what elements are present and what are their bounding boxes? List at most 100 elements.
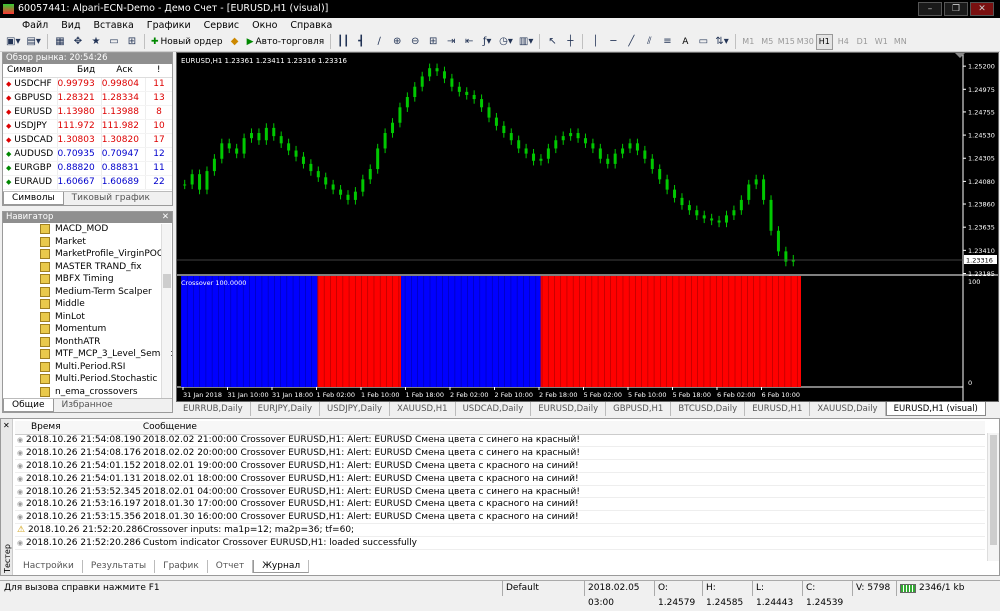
tester-tab[interactable]: Настройки: [15, 560, 83, 573]
journal-scrollbar[interactable]: [987, 433, 999, 561]
chart-window[interactable]: EURUSD,H1 1.23361 1.23411 1.23316 1.2331…: [176, 52, 999, 402]
metaeditor-icon[interactable]: ◆: [227, 34, 243, 50]
chart-tab[interactable]: USDJPY,Daily: [320, 402, 391, 416]
journal-row[interactable]: ◉ 2018.10.26 21:53:16.197 2018.01.30 17:0…: [15, 497, 985, 512]
tf-h4[interactable]: H4: [835, 34, 852, 50]
navigator-item[interactable]: MonthATR: [3, 336, 172, 349]
terminal-icon[interactable]: ▭: [106, 34, 122, 50]
tab-favorites[interactable]: Избранное: [54, 399, 121, 412]
tester-tab[interactable]: Результаты: [83, 560, 156, 573]
navigator-item[interactable]: Market: [3, 236, 172, 249]
chart-tab[interactable]: EURUSD,H1 (visual): [885, 402, 986, 416]
menu-charts[interactable]: Графики: [147, 20, 191, 31]
navigator-item[interactable]: MBFX Timing: [3, 273, 172, 286]
new-chart-icon[interactable]: ▣▾: [4, 34, 22, 50]
tester-tab[interactable]: Журнал: [253, 560, 310, 573]
line-chart-icon[interactable]: ∕: [371, 34, 387, 50]
new-order-button[interactable]: ✚ Новый ордер: [149, 34, 225, 50]
chart-tab[interactable]: EURRUB,Daily: [176, 402, 251, 416]
scroll-thumb[interactable]: [990, 435, 997, 545]
profiles-icon[interactable]: ▤▾: [24, 34, 42, 50]
market-watch-row[interactable]: ◆ EURGBP 0.88820 0.88831 11: [3, 161, 172, 176]
tab-common[interactable]: Общие: [3, 399, 54, 412]
market-watch-row[interactable]: ◆ USDCHF 0.99793 0.99804 11: [3, 77, 172, 92]
chart-tab[interactable]: XAUUSD,Daily: [810, 402, 886, 416]
journal-row[interactable]: ◉ 2018.10.26 21:54:08.176 2018.02.02 20:0…: [15, 446, 985, 461]
channel-icon[interactable]: ⫽: [641, 34, 657, 50]
navigator-item[interactable]: n_ema_crossovers: [3, 386, 172, 399]
zoom-out-icon[interactable]: ⊖: [407, 34, 423, 50]
navigator-item[interactable]: Multi.Period.RSI: [3, 361, 172, 374]
arrows-icon[interactable]: ⇅▾: [713, 34, 730, 50]
vertical-line-icon[interactable]: │: [587, 34, 603, 50]
minimize-button[interactable]: –: [918, 2, 942, 16]
col-message[interactable]: Сообщение: [142, 421, 985, 435]
chart-tab[interactable]: USDCAD,Daily: [456, 402, 532, 416]
chart-shift-icon[interactable]: ⇤: [461, 34, 477, 50]
chart-tab[interactable]: BTCUSD,Daily: [671, 402, 746, 416]
tf-h1[interactable]: H1: [815, 33, 833, 50]
journal-row[interactable]: ◉ 2018.10.26 21:54:01.131 2018.02.01 18:0…: [15, 472, 985, 486]
market-watch-row[interactable]: ◆ AUDUSD 0.70935 0.70947 12: [3, 147, 172, 162]
navigator-item[interactable]: Multi.Period.Stochastic: [3, 373, 172, 386]
close-icon[interactable]: ✕: [162, 212, 172, 223]
navigator-icon[interactable]: ★: [88, 34, 104, 50]
navigator-scrollbar[interactable]: [161, 224, 171, 399]
journal-row[interactable]: ⚠ 2018.10.26 21:52:20.286 Crossover input…: [15, 523, 985, 537]
navigator-item[interactable]: MTF_MCP_3_Level_Semafor_: [3, 348, 172, 361]
price-chart[interactable]: EURUSD,H1 1.23361 1.23411 1.23316 1.2331…: [177, 53, 998, 401]
market-watch-row[interactable]: ◆ EURUSD 1.13980 1.13988 8: [3, 105, 172, 120]
maximize-button[interactable]: ❐: [944, 2, 968, 16]
chart-tab[interactable]: XAUUSD,H1: [390, 402, 456, 416]
chart-tab[interactable]: GBPUSD,H1: [606, 402, 672, 416]
navigator-item[interactable]: MarketProfile_VirginPOC: [3, 248, 172, 261]
trendline-icon[interactable]: ╱: [623, 34, 639, 50]
tf-m15[interactable]: M15: [778, 34, 795, 50]
autotrade-button[interactable]: ▶ Авто-торговля: [245, 34, 327, 50]
market-watch-row[interactable]: ◆ USDCAD 1.30803 1.30820 17: [3, 133, 172, 148]
tf-m1[interactable]: M1: [740, 34, 757, 50]
templates-icon[interactable]: ▥▾: [517, 34, 535, 50]
scroll-thumb[interactable]: [163, 274, 171, 288]
col-ask[interactable]: Аск: [101, 64, 146, 78]
col-symbol[interactable]: Символ: [3, 64, 57, 78]
close-icon[interactable]: ✕: [3, 421, 10, 430]
tf-m30[interactable]: M30: [797, 34, 814, 50]
bar-chart-icon[interactable]: ┃┃: [335, 34, 351, 50]
chart-tab[interactable]: EURUSD,H1: [745, 402, 811, 416]
menu-window[interactable]: Окно: [252, 20, 277, 31]
data-window-icon[interactable]: ✥: [70, 34, 86, 50]
horizontal-line-icon[interactable]: ─: [605, 34, 621, 50]
market-watch-icon[interactable]: ▦: [52, 34, 68, 50]
navigator-item[interactable]: MinLot: [3, 311, 172, 324]
menu-insert[interactable]: Вставка: [94, 20, 134, 31]
market-watch-row[interactable]: ◆ EURAUD 1.60667 1.60689 22: [3, 175, 172, 190]
close-button[interactable]: ✕: [970, 2, 994, 16]
tile-windows-icon[interactable]: ⊞: [425, 34, 441, 50]
journal-row[interactable]: ◉ 2018.10.26 21:53:52.345 2018.02.01 04:0…: [15, 485, 985, 499]
indicators-icon[interactable]: ƒ▾: [479, 34, 495, 50]
tab-tick-chart[interactable]: Тиковый график: [64, 192, 158, 205]
tester-tab[interactable]: Отчет: [208, 560, 254, 573]
tester-tab[interactable]: График: [155, 560, 208, 573]
menu-file[interactable]: Файл: [22, 20, 48, 31]
autoscroll-icon[interactable]: ⇥: [443, 34, 459, 50]
navigator-item[interactable]: MACD_MOD: [3, 223, 172, 236]
journal-row[interactable]: ◉ 2018.10.26 21:53:15.356 2018.01.30 16:0…: [15, 510, 985, 525]
chart-tab[interactable]: EURUSD,Daily: [531, 402, 607, 416]
candle-chart-icon[interactable]: ┫: [353, 34, 369, 50]
col-bid[interactable]: Бид: [57, 64, 102, 78]
menu-view[interactable]: Вид: [61, 20, 80, 31]
navigator-item[interactable]: Middle: [3, 298, 172, 311]
navigator-item[interactable]: Medium-Term Scalper: [3, 286, 172, 299]
label-tool-icon[interactable]: ▭: [695, 34, 711, 50]
journal-row[interactable]: ◉ 2018.10.26 21:54:01.152 2018.02.01 19:0…: [15, 459, 985, 473]
zoom-in-icon[interactable]: ⊕: [389, 34, 405, 50]
tf-mn[interactable]: MN: [892, 34, 909, 50]
market-watch-row[interactable]: ◆ USDJPY 111.972 111.982 10: [3, 119, 172, 134]
chart-tab[interactable]: EURJPY,Daily: [251, 402, 321, 416]
journal-row[interactable]: ◉ 2018.10.26 21:54:08.190 2018.02.02 21:0…: [15, 434, 985, 448]
menu-tools[interactable]: Сервис: [204, 20, 240, 31]
navigator-item[interactable]: Momentum: [3, 323, 172, 336]
crosshair-icon[interactable]: ┼: [562, 34, 578, 50]
